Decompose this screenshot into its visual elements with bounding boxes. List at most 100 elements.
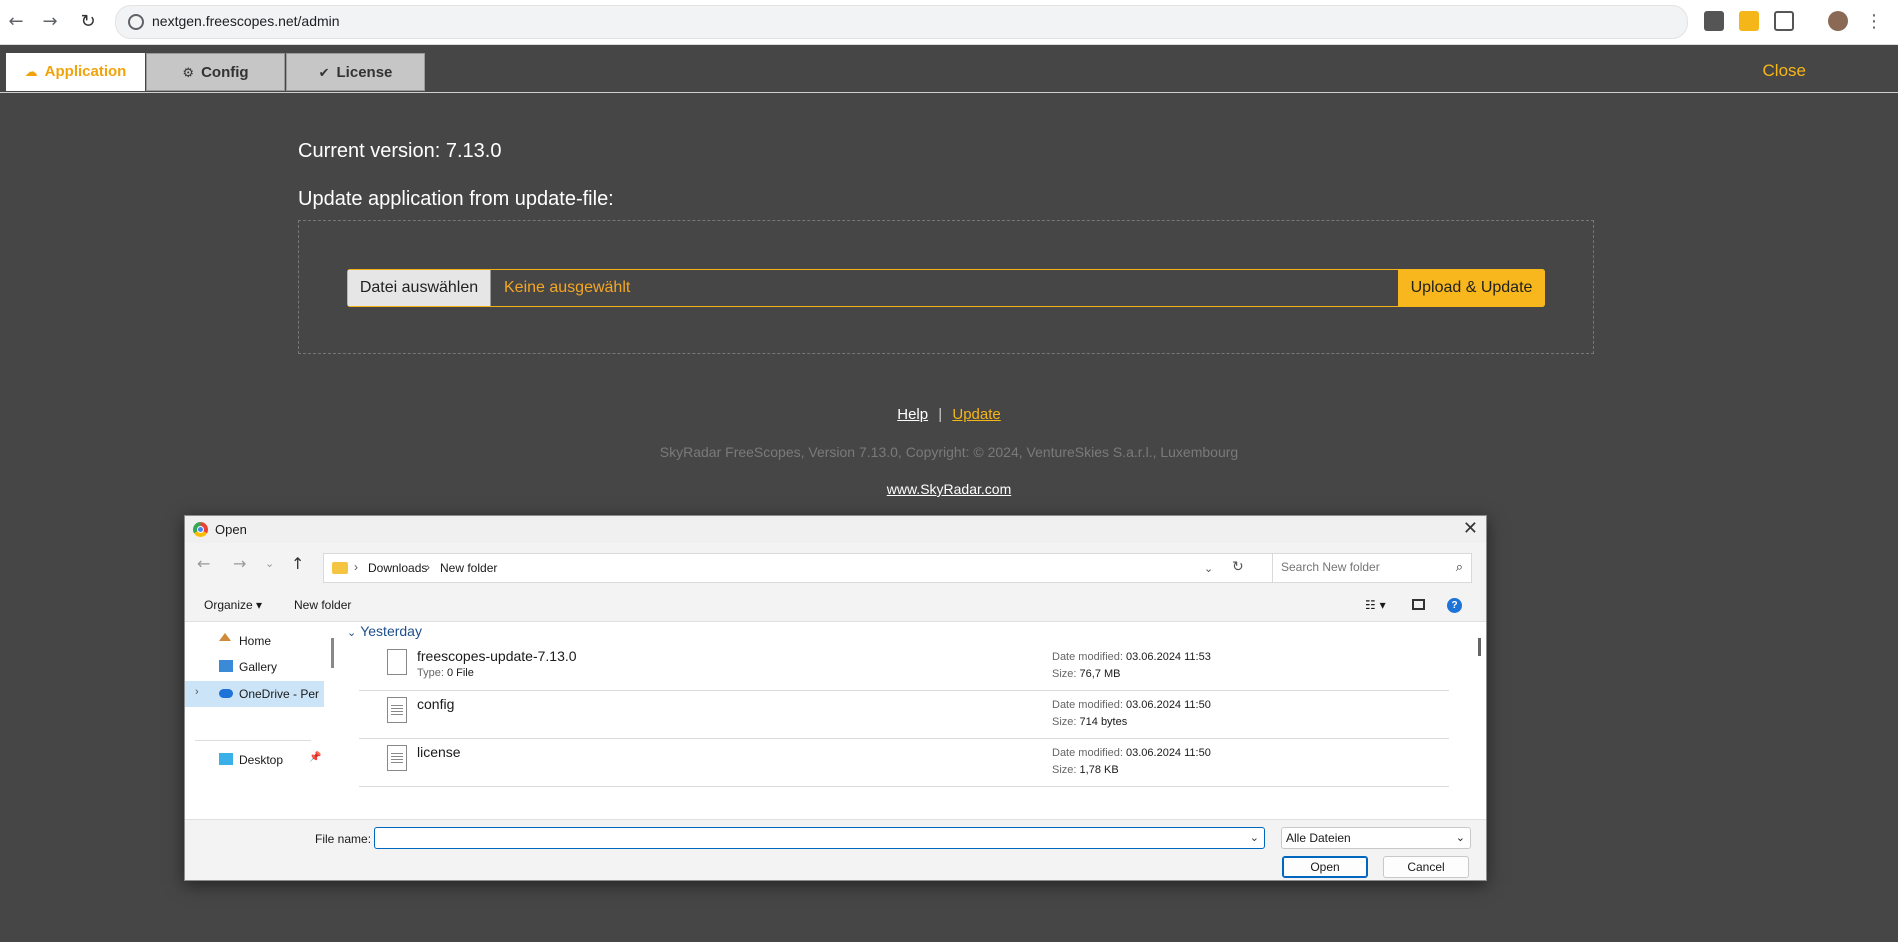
organize-label: Organize — [204, 598, 253, 612]
admin-tabbar: ☁ Application ⚙ Config ✔ License Close — [0, 45, 1898, 93]
nav-item-onedrive[interactable]: › OneDrive - Perso — [185, 681, 324, 707]
back-icon[interactable]: ← — [197, 554, 210, 573]
organize-button[interactable]: Organize ▾ — [204, 598, 262, 612]
close-icon[interactable]: ✕ — [1463, 518, 1478, 539]
file-date-value: 03.06.2024 11:53 — [1126, 651, 1211, 663]
open-file-dialog: Open ✕ ← → ⌄ ↑ › Downloads › New folder … — [184, 515, 1487, 881]
file-size-value: 1,78 KB — [1079, 764, 1119, 776]
chevron-down-icon[interactable]: ⌄ — [1250, 831, 1259, 844]
refresh-icon[interactable]: ↻ — [1232, 559, 1244, 575]
search-box[interactable]: ⌕ — [1272, 553, 1472, 583]
expand-chevron-icon[interactable]: › — [195, 686, 199, 698]
tab-config-label: Config — [201, 64, 249, 81]
text-file-icon — [387, 745, 407, 771]
dialog-titlebar: Open ✕ — [185, 516, 1486, 543]
dialog-address-row: ← → ⌄ ↑ › Downloads › New folder ⌄ ↻ ⌕ — [185, 546, 1486, 586]
upload-dropzone: Datei auswählen Keine ausgewählt Upload … — [298, 220, 1594, 354]
file-name-input[interactable] — [379, 830, 1243, 846]
group-label: Yesterday — [360, 623, 422, 639]
forward-icon[interactable]: → — [233, 554, 246, 573]
nav-item-desktop[interactable]: Desktop 📌 — [185, 747, 324, 773]
open-button[interactable]: Open — [1282, 856, 1368, 878]
browser-toolbar: ← → ↻ nextgen.freescopes.net/admin ⋮ — [0, 0, 1898, 45]
breadcrumb-new-folder[interactable]: New folder — [440, 561, 497, 575]
pin-icon: 📌 — [309, 752, 322, 763]
up-arrow-icon[interactable]: ↑ — [291, 554, 304, 573]
gear-icon: ⚙ — [182, 66, 195, 81]
upload-update-button[interactable]: Upload & Update — [1398, 269, 1545, 307]
search-icon: ⌕ — [1455, 560, 1463, 575]
close-link[interactable]: Close — [1763, 61, 1806, 81]
breadcrumb-downloads[interactable]: Downloads — [368, 561, 427, 575]
choose-file-button[interactable]: Datei auswählen — [348, 270, 491, 306]
generic-file-icon — [387, 649, 407, 675]
nav-item-home[interactable]: Home — [185, 628, 324, 654]
file-type-label: Type: — [417, 667, 444, 679]
back-icon[interactable]: ← — [4, 10, 28, 34]
folder-icon — [332, 562, 348, 574]
file-size-value: 714 bytes — [1079, 716, 1128, 728]
file-row-freescopes-update[interactable]: freescopes-update-7.13.0 Type: 0 File Da… — [359, 643, 1449, 691]
extension-note-icon[interactable] — [1739, 11, 1759, 31]
extensions-puzzle-icon[interactable] — [1774, 11, 1794, 31]
preview-pane-icon[interactable] — [1412, 599, 1425, 610]
dialog-content: Home Gallery › OneDrive - Perso Desktop … — [185, 621, 1486, 820]
menu-dots-icon[interactable]: ⋮ — [1862, 10, 1886, 34]
tab-application-label: Application — [44, 63, 127, 80]
update-link[interactable]: Update — [952, 406, 1000, 423]
chrome-logo-icon — [193, 522, 208, 537]
collapse-chevron-icon: ⌄ — [347, 627, 357, 639]
website-link[interactable]: www.SkyRadar.com — [887, 481, 1011, 497]
file-date: Date modified: 03.06.2024 11:53 — [1052, 651, 1211, 663]
recent-chevron-icon[interactable]: ⌄ — [265, 557, 274, 570]
group-header[interactable]: ⌄ Yesterday — [347, 623, 422, 639]
help-link[interactable]: Help — [897, 406, 928, 423]
file-list-scrollbar[interactable] — [1478, 638, 1481, 656]
file-size-label: Size: — [1052, 764, 1077, 776]
nav-item-label: OneDrive - Perso — [239, 687, 319, 701]
nav-item-gallery[interactable]: Gallery — [185, 654, 324, 680]
file-type-select[interactable]: Alle Dateien ⌄ — [1281, 827, 1471, 849]
update-heading: Update application from update-file: — [298, 188, 614, 210]
nav-scrollbar[interactable] — [331, 638, 334, 668]
tab-license[interactable]: ✔ License — [286, 53, 425, 91]
tab-license-label: License — [336, 64, 393, 81]
file-size-value: 76,7 MB — [1079, 668, 1121, 680]
desktop-icon — [219, 753, 233, 765]
current-version: Current version: 7.13.0 — [298, 140, 502, 162]
cancel-button[interactable]: Cancel — [1383, 856, 1469, 878]
file-date-label: Date modified: — [1052, 699, 1123, 711]
help-icon[interactable]: ? — [1447, 598, 1462, 613]
text-file-icon — [387, 697, 407, 723]
file-name: config — [417, 696, 455, 712]
tab-config[interactable]: ⚙ Config — [146, 53, 285, 91]
forward-icon[interactable]: → — [38, 10, 62, 34]
file-name-combobox[interactable]: ⌄ — [374, 827, 1265, 849]
extension-icon[interactable] — [1704, 11, 1724, 31]
dialog-toolbar: Organize ▾ New folder ☷ ▾ ? — [185, 591, 1486, 619]
file-type: Type: 0 File — [417, 667, 474, 679]
file-name: license — [417, 744, 461, 760]
view-options-icon[interactable]: ☷ ▾ — [1365, 598, 1386, 612]
cloud-upload-icon: ☁ — [24, 65, 38, 80]
tab-application[interactable]: ☁ Application — [6, 53, 145, 91]
copyright-text: SkyRadar FreeScopes, Version 7.13.0, Cop… — [659, 444, 1239, 460]
search-input[interactable] — [1279, 559, 1443, 575]
nav-item-label: Gallery — [239, 660, 278, 674]
file-date: Date modified: 03.06.2024 11:50 — [1052, 699, 1211, 711]
profile-avatar[interactable] — [1828, 11, 1848, 31]
file-input[interactable]: Datei auswählen Keine ausgewählt Upload … — [347, 269, 1545, 307]
file-name: freescopes-update-7.13.0 — [417, 648, 577, 664]
new-folder-button[interactable]: New folder — [294, 598, 351, 612]
no-file-text: Keine ausgewählt — [504, 279, 631, 296]
file-type-value: Alle Dateien — [1286, 831, 1351, 845]
nav-divider — [195, 740, 311, 741]
file-row-license[interactable]: license Date modified: 03.06.2024 11:50 … — [359, 739, 1449, 787]
chevron-down-icon[interactable]: ⌄ — [1204, 562, 1213, 575]
site-info-icon[interactable] — [128, 14, 144, 30]
reload-icon[interactable]: ↻ — [76, 10, 100, 34]
file-row-config[interactable]: config Date modified: 03.06.2024 11:50 S… — [359, 691, 1449, 739]
website-link-row: www.SkyRadar.com — [0, 481, 1898, 497]
breadcrumb[interactable]: › Downloads › New folder ⌄ ↻ — [323, 553, 1337, 583]
address-bar[interactable]: nextgen.freescopes.net/admin — [115, 5, 1688, 39]
